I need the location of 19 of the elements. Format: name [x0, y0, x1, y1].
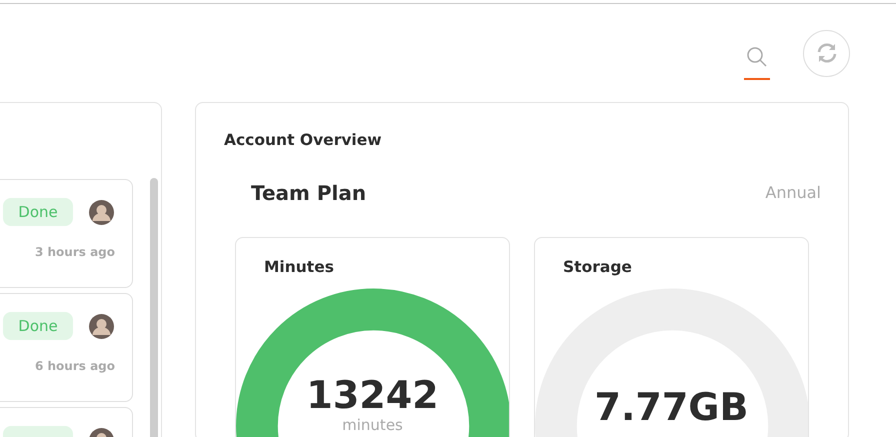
meter-title: Storage — [562, 257, 633, 278]
avatar-icon — [89, 314, 114, 338]
billing-period: Annual — [765, 182, 821, 204]
refresh-icon — [814, 41, 838, 65]
meter-value: 13242 — [305, 376, 440, 416]
meter-value: 7.77GB — [594, 388, 750, 428]
search-icon — [746, 46, 768, 68]
avatar-icon — [89, 200, 114, 224]
status-badge: Done — [3, 312, 73, 340]
meter-title: Minutes — [263, 257, 335, 278]
refresh-button[interactable] — [803, 30, 850, 76]
scrollbar[interactable] — [150, 178, 158, 437]
search-button[interactable] — [744, 46, 770, 80]
section-title: Account Overview — [224, 130, 383, 151]
timestamp: 6 hours ago — [34, 358, 115, 375]
timestamp: 3 hours ago — [34, 244, 115, 261]
plan-name: Team Plan — [251, 180, 366, 208]
status-badge: Done — [3, 198, 73, 226]
meter-unit: minutes — [341, 418, 404, 434]
